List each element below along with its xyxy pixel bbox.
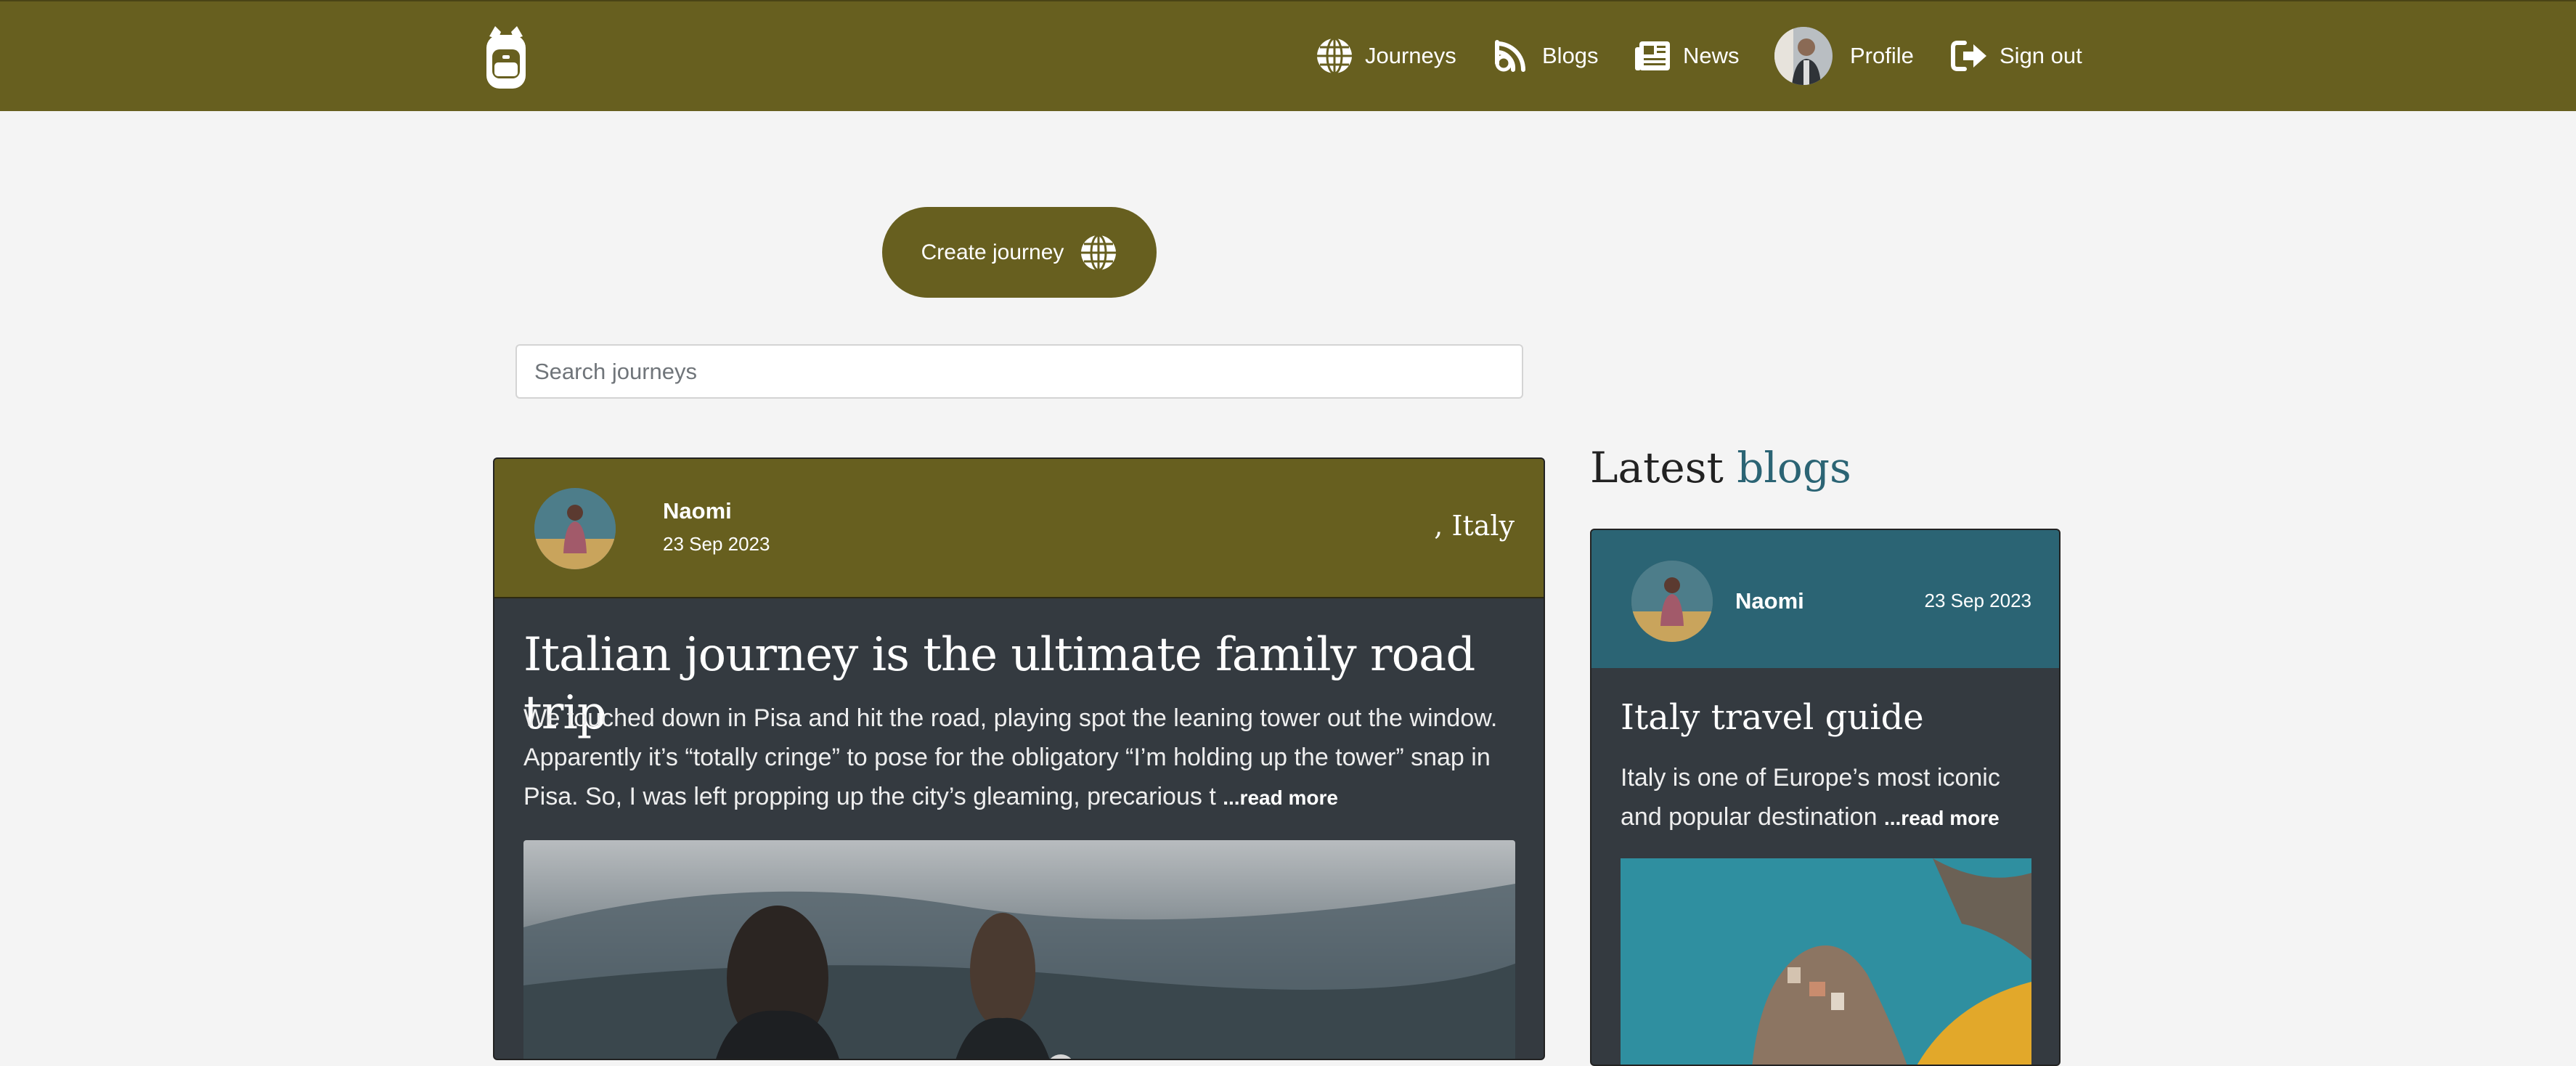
create-journey-button[interactable]: Create journey [882, 207, 1157, 298]
author-avatar [1631, 561, 1713, 642]
latest-blogs-heading-main: Latest [1590, 443, 1724, 492]
latest-blogs-heading-accent: blogs [1737, 443, 1851, 492]
journey-date: 23 Sep 2023 [663, 533, 770, 555]
search-journeys-input[interactable] [515, 344, 1523, 399]
backpack-icon[interactable] [479, 23, 533, 92]
nav-profile[interactable]: Profile [1774, 1, 1914, 110]
journey-author: Naomi [663, 498, 732, 524]
journey-card[interactable]: Naomi 23 Sep 2023 , Italy Italian journe… [493, 457, 1545, 1060]
nav-sign-out-label: Sign out [2000, 43, 2082, 68]
nav-profile-label: Profile [1850, 43, 1914, 68]
journey-excerpt: We touched down in Pisa and hit the road… [523, 699, 1522, 818]
avatar [1774, 27, 1833, 85]
nav-news[interactable]: News [1634, 1, 1740, 110]
journey-image [523, 840, 1515, 1059]
blog-card-header: Naomi 23 Sep 2023 [1591, 530, 2059, 668]
nav-blogs[interactable]: Blogs [1491, 1, 1599, 110]
create-journey-label: Create journey [921, 240, 1064, 264]
nav-news-label: News [1683, 43, 1740, 68]
globe-icon [1317, 37, 1352, 75]
blog-author: Naomi [1735, 588, 1804, 614]
nav-journeys[interactable]: Journeys [1316, 1, 1456, 110]
journey-read-more-link[interactable]: ...read more [1223, 786, 1338, 809]
globe-icon [1081, 234, 1117, 271]
journey-card-header: Naomi 23 Sep 2023 , Italy [494, 459, 1544, 598]
nav-sign-out[interactable]: Sign out [1950, 1, 2082, 110]
blog-title[interactable]: Italy travel guide [1621, 697, 1924, 738]
blog-card[interactable]: Naomi 23 Sep 2023 Italy travel guide Ita… [1590, 529, 2061, 1066]
sign-out-icon [1951, 41, 1986, 71]
nav-journeys-label: Journeys [1365, 43, 1456, 68]
nav-blogs-label: Blogs [1542, 43, 1599, 68]
journey-excerpt-text: We touched down in Pisa and hit the road… [523, 704, 1498, 810]
blog-read-more-link[interactable]: ...read more [1884, 807, 2000, 829]
blog-date: 23 Sep 2023 [1924, 590, 2031, 611]
journey-location: , Italy [1434, 510, 1515, 542]
blog-excerpt: Italy is one of Europe’s most iconic and… [1621, 758, 2042, 838]
latest-blogs-heading: Latest blogs [1590, 443, 1851, 492]
blog-image [1621, 858, 2031, 1065]
author-avatar [534, 488, 616, 569]
newspaper-icon [1635, 41, 1670, 70]
rss-icon [1495, 40, 1525, 72]
top-navbar: Journeys Blogs News Profile Sign out [0, 0, 2576, 111]
